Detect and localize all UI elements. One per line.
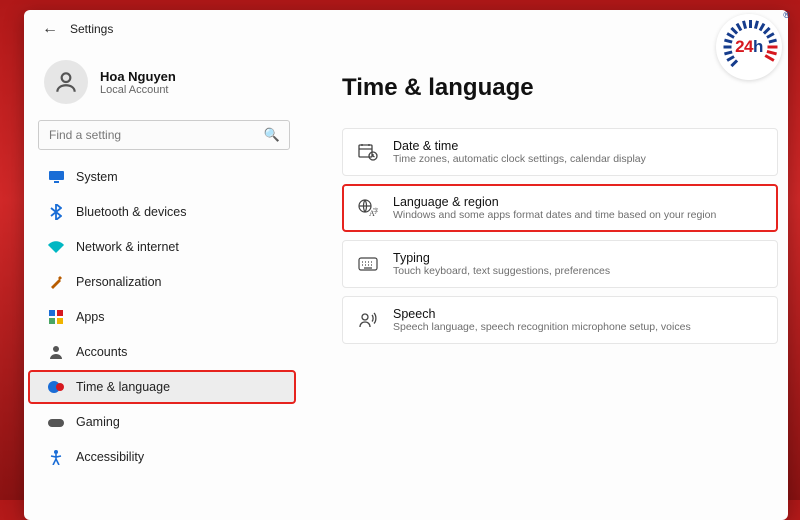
person-icon: [48, 344, 64, 360]
search-input[interactable]: [38, 120, 290, 150]
header-title: Settings: [70, 22, 113, 36]
sidebar-item-label: Apps: [76, 310, 105, 324]
main-panel: Time & language Date & time Time zones, …: [304, 42, 788, 520]
sidebar-item-label: Bluetooth & devices: [76, 205, 187, 219]
profile-subtitle: Local Account: [100, 84, 176, 96]
sidebar-item-system[interactable]: System: [38, 160, 290, 194]
sidebar-item-gaming[interactable]: Gaming: [38, 405, 290, 439]
watermark-h: h: [753, 37, 763, 56]
profile-name: Hoa Nguyen: [100, 69, 176, 84]
sidebar-item-label: Accounts: [76, 345, 127, 359]
sidebar-item-apps[interactable]: Apps: [38, 300, 290, 334]
card-subtitle: Windows and some apps format dates and t…: [393, 209, 716, 221]
avatar: [44, 60, 88, 104]
card-speech[interactable]: Speech Speech language, speech recogniti…: [342, 296, 778, 344]
globe-letter-icon: A字: [357, 197, 379, 219]
sidebar-item-personalization[interactable]: Personalization: [38, 265, 290, 299]
wifi-icon: [48, 239, 64, 255]
profile-block[interactable]: Hoa Nguyen Local Account: [38, 50, 290, 120]
search-wrap: 🔍: [38, 120, 290, 150]
sidebar-item-network[interactable]: Network & internet: [38, 230, 290, 264]
watermark-logo: 24h: [716, 14, 782, 80]
brush-icon: [48, 274, 64, 290]
watermark-number: 24: [735, 37, 753, 56]
sidebar-item-label: Accessibility: [76, 450, 144, 464]
speech-icon: [357, 309, 379, 331]
sidebar-item-accounts[interactable]: Accounts: [38, 335, 290, 369]
card-subtitle: Time zones, automatic clock settings, ca…: [393, 153, 646, 165]
sidebar-item-label: Time & language: [76, 380, 170, 394]
settings-window: ← Settings Hoa Nguyen Local Account 🔍: [24, 10, 788, 520]
card-title: Date & time: [393, 139, 646, 153]
sidebar-item-label: System: [76, 170, 118, 184]
card-title: Typing: [393, 251, 610, 265]
sidebar-nav: System Bluetooth & devices Network & int…: [38, 160, 290, 474]
globe-clock-icon: [48, 379, 64, 395]
sidebar-item-bluetooth[interactable]: Bluetooth & devices: [38, 195, 290, 229]
card-typing[interactable]: Typing Touch keyboard, text suggestions,…: [342, 240, 778, 288]
monitor-icon: [48, 169, 64, 185]
apps-icon: [48, 309, 64, 325]
svg-text:字: 字: [373, 207, 378, 215]
accessibility-icon: [48, 449, 64, 465]
card-language-region[interactable]: A字 Language & region Windows and some ap…: [342, 184, 778, 232]
keyboard-icon: [357, 253, 379, 275]
sidebar-item-label: Network & internet: [76, 240, 179, 254]
header-bar: ← Settings: [24, 10, 788, 42]
card-subtitle: Touch keyboard, text suggestions, prefer…: [393, 265, 610, 277]
settings-cards: Date & time Time zones, automatic clock …: [342, 128, 778, 344]
bluetooth-icon: [48, 204, 64, 220]
card-title: Speech: [393, 307, 691, 321]
page-title: Time & language: [342, 74, 778, 102]
card-subtitle: Speech language, speech recognition micr…: [393, 321, 691, 333]
sidebar-item-accessibility[interactable]: Accessibility: [38, 440, 290, 474]
sidebar-item-label: Gaming: [76, 415, 120, 429]
card-title: Language & region: [393, 195, 716, 209]
sidebar: Hoa Nguyen Local Account 🔍 System: [24, 42, 304, 520]
sidebar-item-time-language[interactable]: Time & language: [28, 370, 296, 404]
sidebar-item-label: Personalization: [76, 275, 161, 289]
search-icon: 🔍: [264, 127, 280, 143]
calendar-clock-icon: [357, 141, 379, 163]
gamepad-icon: [48, 414, 64, 430]
registered-mark: ®: [783, 10, 790, 20]
card-date-time[interactable]: Date & time Time zones, automatic clock …: [342, 128, 778, 176]
back-icon[interactable]: ←: [42, 20, 58, 38]
